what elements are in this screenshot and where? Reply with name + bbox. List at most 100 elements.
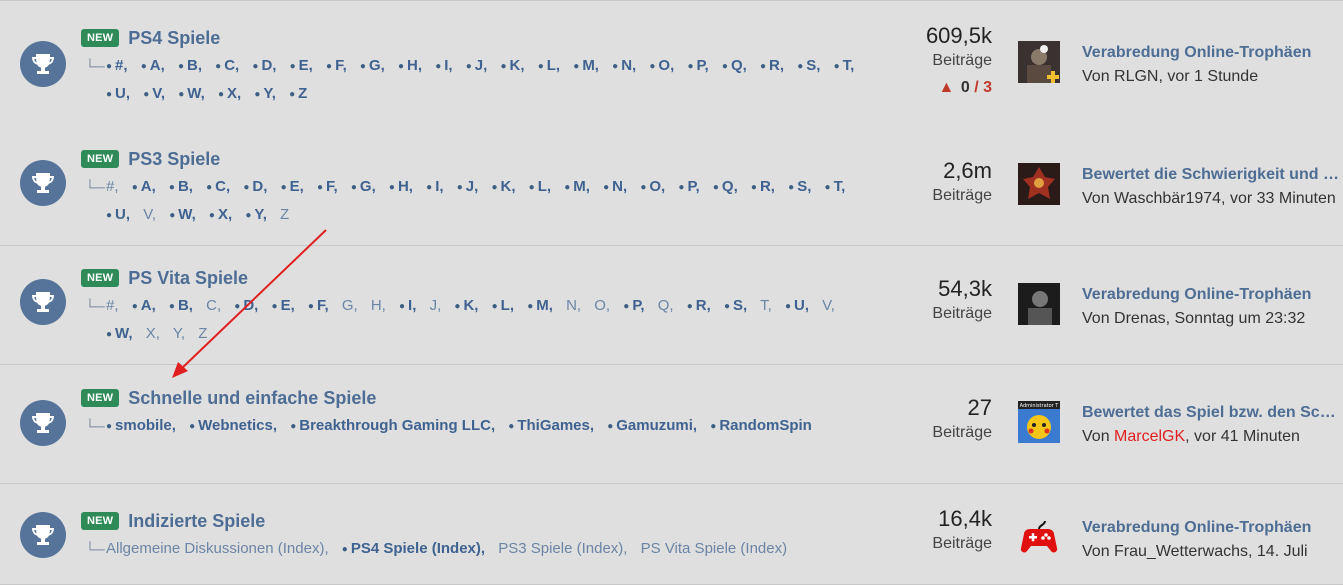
subforum-link[interactable]: G, xyxy=(360,57,385,74)
subforum-link[interactable]: M, xyxy=(573,57,599,74)
subforum-link[interactable]: B, xyxy=(169,178,193,195)
subforum-link[interactable]: N, xyxy=(603,178,627,195)
subforum-link[interactable]: A, xyxy=(132,297,156,314)
username-link[interactable]: MarcelGK xyxy=(1114,428,1185,445)
avatar[interactable] xyxy=(1018,41,1060,83)
latest-thread-link[interactable]: Bewertet das Spiel bzw. den Schwierigkei… xyxy=(1082,401,1340,425)
subforum-link[interactable]: W, xyxy=(169,206,196,223)
subforum-link[interactable]: W, xyxy=(106,325,133,342)
subforum-link[interactable]: Q, xyxy=(722,57,747,74)
trophy-icon[interactable] xyxy=(20,279,66,325)
subforum-link[interactable]: W, xyxy=(178,85,205,102)
subforum-link[interactable]: E, xyxy=(281,178,304,195)
trophy-icon[interactable] xyxy=(20,512,66,558)
subforum-link[interactable]: G, xyxy=(351,178,376,195)
subforum-link[interactable]: ThiGames, xyxy=(508,417,594,434)
subforum-link[interactable]: D, xyxy=(243,178,267,195)
subforum-link[interactable]: R, xyxy=(760,57,784,74)
subforum-link[interactable]: I, xyxy=(399,297,416,314)
subforum-link[interactable]: K, xyxy=(500,57,525,74)
subforum-link[interactable]: O, xyxy=(594,297,610,314)
latest-thread-link[interactable]: Verabredung Online-Trophäen xyxy=(1082,41,1340,65)
subforum-link[interactable]: T, xyxy=(834,57,855,74)
subforum-link[interactable]: T, xyxy=(825,178,846,195)
subforum-link[interactable]: P, xyxy=(678,178,699,195)
subforum-link[interactable]: K, xyxy=(454,297,478,314)
latest-thread-link[interactable]: Bewertet die Schwierigkeit und den Zeita… xyxy=(1082,163,1340,187)
subforum-link[interactable]: L, xyxy=(529,178,551,195)
subforum-link[interactable]: Y, xyxy=(173,325,185,342)
subforum-link[interactable]: J, xyxy=(466,57,488,74)
subforum-link[interactable]: E, xyxy=(290,57,313,74)
gamepad-icon[interactable] xyxy=(1018,516,1060,558)
subforum-link[interactable]: N, xyxy=(612,57,636,74)
subforum-link[interactable]: F, xyxy=(326,57,347,74)
subforum-link[interactable]: S, xyxy=(724,297,747,314)
subforum-link[interactable]: Y, xyxy=(245,206,267,223)
subforum-link[interactable]: PS4 Spiele (Index), xyxy=(342,540,485,557)
avatar[interactable]: Administrator T xyxy=(1018,401,1060,443)
subforum-link[interactable]: D, xyxy=(234,297,258,314)
subforum-link[interactable]: C, xyxy=(206,297,221,314)
subforum-link[interactable]: B, xyxy=(178,57,202,74)
subforum-link[interactable]: Z xyxy=(280,206,289,223)
node-title[interactable]: Indizierte Spiele xyxy=(128,511,265,532)
node-title[interactable]: Schnelle und einfache Spiele xyxy=(128,388,376,409)
subforum-link[interactable]: D, xyxy=(252,57,276,74)
subforum-link[interactable]: X, xyxy=(146,325,160,342)
subforum-link[interactable]: H, xyxy=(389,178,413,195)
subforum-link[interactable]: T, xyxy=(760,297,772,314)
subforum-link[interactable]: I, xyxy=(426,178,443,195)
subforum-link[interactable]: F, xyxy=(317,178,338,195)
subforum-link[interactable]: Q, xyxy=(658,297,674,314)
subforum-link[interactable]: PS3 Spiele (Index), xyxy=(498,540,627,557)
subforum-link[interactable]: X, xyxy=(209,206,232,223)
subforum-link[interactable]: N, xyxy=(566,297,581,314)
latest-thread-link[interactable]: Verabredung Online-Trophäen xyxy=(1082,283,1340,307)
node-title[interactable]: PS3 Spiele xyxy=(128,149,220,170)
subforum-link[interactable]: O, xyxy=(640,178,665,195)
subforum-link[interactable]: R, xyxy=(687,297,711,314)
subforum-link[interactable]: Webnetics, xyxy=(189,417,277,434)
trophy-icon[interactable] xyxy=(20,400,66,446)
subforum-link[interactable]: U, xyxy=(106,206,130,223)
subforum-link[interactable]: #, xyxy=(106,57,128,74)
subforum-link[interactable]: L, xyxy=(538,57,560,74)
subforum-link[interactable]: P, xyxy=(623,297,644,314)
subforum-link[interactable]: S, xyxy=(788,178,811,195)
subforum-link[interactable]: P, xyxy=(687,57,708,74)
subforum-link[interactable]: C, xyxy=(206,178,230,195)
latest-thread-link[interactable]: Verabredung Online-Trophäen xyxy=(1082,516,1340,540)
subforum-link[interactable]: M, xyxy=(527,297,553,314)
subforum-link[interactable]: Y, xyxy=(254,85,276,102)
subforum-link[interactable]: L, xyxy=(492,297,514,314)
subforum-link[interactable]: E, xyxy=(272,297,295,314)
node-title[interactable]: PS Vita Spiele xyxy=(128,268,248,289)
subforum-link[interactable]: Allgemeine Diskussionen (Index), xyxy=(106,540,329,557)
avatar[interactable] xyxy=(1018,283,1060,325)
subforum-link[interactable]: Z xyxy=(289,85,307,102)
subforum-link[interactable]: U, xyxy=(785,297,809,314)
subforum-link[interactable]: R, xyxy=(751,178,775,195)
subforum-link[interactable]: smobile, xyxy=(106,417,176,434)
node-title[interactable]: PS4 Spiele xyxy=(128,28,220,49)
subforum-link[interactable]: X, xyxy=(218,85,241,102)
subforum-link[interactable]: J, xyxy=(457,178,479,195)
subforum-link[interactable]: Z xyxy=(198,325,207,342)
subforum-link[interactable]: RandomSpin xyxy=(710,417,812,434)
subforum-link[interactable]: A, xyxy=(132,178,156,195)
subforum-link[interactable]: H, xyxy=(371,297,386,314)
subforum-link[interactable]: G, xyxy=(342,297,358,314)
subforum-link[interactable]: A, xyxy=(141,57,165,74)
subforum-link[interactable]: Q, xyxy=(713,178,738,195)
subforum-link[interactable]: K, xyxy=(491,178,515,195)
avatar[interactable] xyxy=(1018,163,1060,205)
subforum-link[interactable]: V, xyxy=(143,85,165,102)
subforum-link[interactable]: M, xyxy=(564,178,590,195)
subforum-link[interactable]: B, xyxy=(169,297,193,314)
subforum-link[interactable]: H, xyxy=(398,57,422,74)
subforum-link[interactable]: C, xyxy=(215,57,239,74)
trophy-icon[interactable] xyxy=(20,41,66,87)
report-counter[interactable]: ▲ 0 / 3 xyxy=(900,79,992,97)
subforum-link[interactable]: Gamuzumi, xyxy=(607,417,697,434)
